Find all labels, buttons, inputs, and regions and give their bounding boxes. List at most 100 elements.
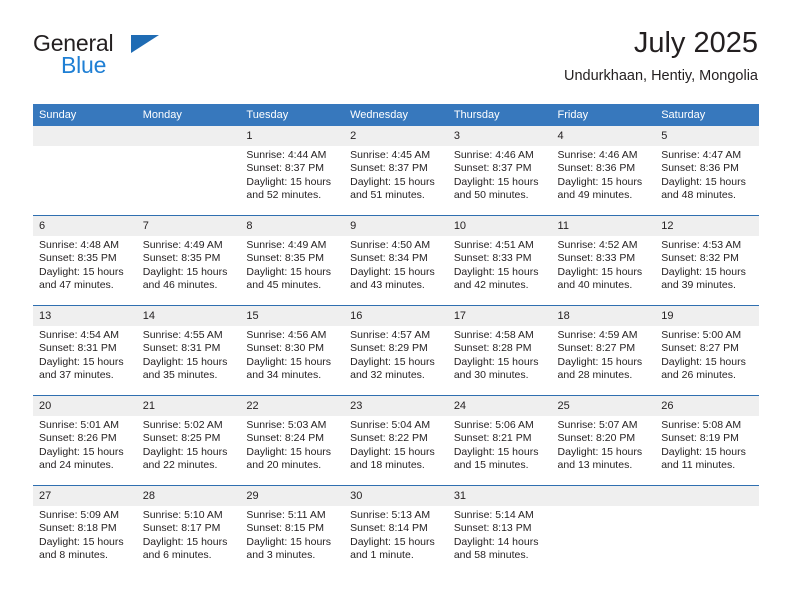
daylight-duration-line1: Daylight: 15 hours — [142, 445, 228, 458]
weekday-header-thursday: Thursday — [447, 104, 552, 126]
day-sun-info: Sunrise: 5:10 AM Sunset: 8:17 PM Daylight:… — [137, 506, 241, 563]
page-subtitle: Undurkhaan, Hentiy, Mongolia — [564, 67, 758, 84]
calendar-day-cell[interactable]: 18 Sunrise: 4:59 AM Sunset: 8:27 PM Dayligh… — [551, 305, 656, 396]
daylight-duration-line2: and 20 minutes. — [246, 459, 322, 472]
sunset-time: Sunset: 8:26 PM — [39, 432, 117, 445]
daylight-duration-line2: and 13 minutes. — [557, 459, 633, 472]
daylight-duration-line1: Daylight: 15 hours — [661, 175, 746, 188]
calendar-day-cell[interactable]: 16 Sunrise: 4:57 AM Sunset: 8:29 PM Dayligh… — [344, 305, 448, 396]
sunset-time: Sunset: 8:32 PM — [661, 252, 739, 265]
day-sun-info: Sunrise: 5:04 AM Sunset: 8:22 PM Daylight:… — [344, 416, 448, 473]
day-number: 25 — [551, 396, 656, 416]
day-cell-content: 23 Sunrise: 5:04 AM Sunset: 8:22 PM Dayligh… — [344, 396, 448, 485]
daylight-duration-line1: Daylight: 15 hours — [246, 265, 332, 278]
day-number: 15 — [240, 306, 345, 326]
day-cell-content: 3 Sunrise: 4:46 AM Sunset: 8:37 PM Daylight… — [447, 126, 552, 215]
calendar-day-cell[interactable]: 17 Sunrise: 4:58 AM Sunset: 8:28 PM Dayligh… — [447, 305, 552, 396]
day-cell-content: 12 Sunrise: 4:53 AM Sunset: 8:32 PM Dayligh… — [655, 216, 759, 305]
calendar-day-cell[interactable]: 27 Sunrise: 5:09 AM Sunset: 8:18 PM Dayligh… — [33, 485, 137, 575]
daylight-duration-line1: Daylight: 15 hours — [246, 535, 332, 548]
day-sun-info: Sunrise: 4:58 AM Sunset: 8:28 PM Daylight:… — [448, 326, 552, 383]
calendar-day-cell[interactable]: 8 Sunrise: 4:49 AM Sunset: 8:35 PM Daylight… — [240, 215, 345, 306]
daylight-duration-line2: and 43 minutes. — [350, 279, 425, 292]
daylight-duration-line1: Daylight: 15 hours — [39, 265, 124, 278]
calendar-day-cell[interactable]: 30 Sunrise: 5:13 AM Sunset: 8:14 PM Dayligh… — [344, 485, 448, 575]
daylight-duration-line2: and 26 minutes. — [661, 369, 736, 382]
calendar-day-cell[interactable]: 25 Sunrise: 5:07 AM Sunset: 8:20 PM Dayligh… — [551, 395, 656, 486]
day-number — [551, 486, 656, 506]
sunrise-time: Sunrise: 4:46 AM — [453, 149, 534, 161]
day-cell-content: 30 Sunrise: 5:13 AM Sunset: 8:14 PM Dayligh… — [344, 486, 448, 575]
day-sun-info: Sunrise: 5:11 AM Sunset: 8:15 PM Daylight:… — [240, 506, 344, 563]
daylight-duration-line1: Daylight: 15 hours — [557, 265, 643, 278]
daylight-duration-line2: and 51 minutes. — [350, 189, 425, 202]
day-cell-content: 31 Sunrise: 5:14 AM Sunset: 8:13 PM Dayligh… — [447, 486, 552, 575]
day-cell-content: 25 Sunrise: 5:07 AM Sunset: 8:20 PM Dayligh… — [551, 396, 656, 485]
day-cell-content — [33, 126, 137, 215]
calendar-day-cell[interactable]: 29 Sunrise: 5:11 AM Sunset: 8:15 PM Dayligh… — [240, 485, 345, 575]
daylight-duration-line2: and 22 minutes. — [142, 459, 218, 472]
day-sun-info: Sunrise: 5:00 AM Sunset: 8:27 PM Daylight:… — [655, 326, 759, 383]
calendar-day-cell[interactable]: 14 Sunrise: 4:55 AM Sunset: 8:31 PM Dayligh… — [136, 305, 241, 396]
day-sun-info: Sunrise: 4:55 AM Sunset: 8:31 PM Daylight:… — [137, 326, 241, 383]
calendar-day-cell[interactable]: 2 Sunrise: 4:45 AM Sunset: 8:37 PM Daylight… — [344, 126, 448, 216]
calendar-day-cell[interactable]: 1 Sunrise: 4:44 AM Sunset: 8:37 PM Daylight… — [240, 126, 345, 216]
calendar-day-cell[interactable]: 13 Sunrise: 4:54 AM Sunset: 8:31 PM Dayligh… — [33, 305, 137, 396]
calendar-day-cell[interactable]: 31 Sunrise: 5:14 AM Sunset: 8:13 PM Dayligh… — [447, 485, 552, 575]
day-sun-info: Sunrise: 4:52 AM Sunset: 8:33 PM Daylight:… — [552, 236, 656, 293]
day-sun-info: Sunrise: 5:07 AM Sunset: 8:20 PM Daylight:… — [552, 416, 656, 473]
sunrise-time: Sunrise: 4:57 AM — [350, 329, 431, 341]
sunset-time: Sunset: 8:35 PM — [39, 252, 117, 265]
sunrise-time: Sunrise: 4:53 AM — [661, 239, 742, 251]
day-number: 1 — [240, 126, 345, 146]
sunset-time: Sunset: 8:27 PM — [557, 342, 636, 355]
calendar-day-cell[interactable]: 3 Sunrise: 4:46 AM Sunset: 8:37 PM Daylight… — [447, 126, 552, 216]
sunset-time: Sunset: 8:35 PM — [142, 252, 221, 265]
day-cell-content: 5 Sunrise: 4:47 AM Sunset: 8:36 PM Daylight… — [655, 126, 759, 215]
daylight-duration-line1: Daylight: 15 hours — [142, 535, 228, 548]
calendar-day-cell[interactable]: 26 Sunrise: 5:08 AM Sunset: 8:19 PM Dayligh… — [655, 395, 759, 486]
sunrise-time: Sunrise: 4:51 AM — [453, 239, 534, 251]
daylight-duration-line2: and 37 minutes. — [39, 369, 114, 382]
sunset-time: Sunset: 8:30 PM — [246, 342, 325, 355]
calendar-day-cell[interactable] — [33, 126, 137, 216]
calendar-day-cell[interactable]: 7 Sunrise: 4:49 AM Sunset: 8:35 PM Daylight… — [136, 215, 241, 306]
logo-triangle-icon — [131, 35, 159, 53]
calendar-day-cell[interactable]: 6 Sunrise: 4:48 AM Sunset: 8:35 PM Daylight… — [33, 215, 137, 306]
day-number: 5 — [655, 126, 759, 146]
calendar-day-cell[interactable] — [136, 126, 241, 216]
calendar-day-cell[interactable]: 11 Sunrise: 4:52 AM Sunset: 8:33 PM Dayligh… — [551, 215, 656, 306]
sunset-time: Sunset: 8:35 PM — [246, 252, 325, 265]
day-sun-info: Sunrise: 4:49 AM Sunset: 8:35 PM Daylight:… — [240, 236, 344, 293]
calendar-day-cell[interactable]: 5 Sunrise: 4:47 AM Sunset: 8:36 PM Daylight… — [655, 126, 759, 216]
day-number: 20 — [33, 396, 137, 416]
calendar-day-cell[interactable]: 4 Sunrise: 4:46 AM Sunset: 8:36 PM Daylight… — [551, 126, 656, 216]
page-title: July 2025 — [633, 27, 758, 59]
daylight-duration-line1: Daylight: 15 hours — [350, 265, 435, 278]
calendar-week-row: 20 Sunrise: 5:01 AM Sunset: 8:26 PM Dayligh… — [33, 395, 759, 486]
day-number — [136, 126, 241, 146]
calendar-day-cell[interactable]: 23 Sunrise: 5:04 AM Sunset: 8:22 PM Dayligh… — [344, 395, 448, 486]
calendar-day-cell[interactable]: 24 Sunrise: 5:06 AM Sunset: 8:21 PM Dayligh… — [447, 395, 552, 486]
calendar-day-cell[interactable]: 9 Sunrise: 4:50 AM Sunset: 8:34 PM Daylight… — [344, 215, 448, 306]
daylight-duration-line1: Daylight: 15 hours — [453, 265, 539, 278]
calendar-day-cell[interactable]: 28 Sunrise: 5:10 AM Sunset: 8:17 PM Dayligh… — [136, 485, 241, 575]
calendar-day-cell[interactable]: 21 Sunrise: 5:02 AM Sunset: 8:25 PM Dayligh… — [136, 395, 241, 486]
day-number: 3 — [447, 126, 552, 146]
calendar-day-cell[interactable]: 10 Sunrise: 4:51 AM Sunset: 8:33 PM Dayligh… — [447, 215, 552, 306]
daylight-duration-line2: and 40 minutes. — [557, 279, 633, 292]
title-block: July 2025 Undurkhaan, Hentiy, Mongolia — [564, 27, 758, 85]
calendar-day-cell[interactable]: 20 Sunrise: 5:01 AM Sunset: 8:26 PM Dayligh… — [33, 395, 137, 486]
calendar-day-cell[interactable]: 12 Sunrise: 4:53 AM Sunset: 8:32 PM Dayligh… — [655, 215, 759, 306]
calendar-day-cell[interactable]: 22 Sunrise: 5:03 AM Sunset: 8:24 PM Dayligh… — [240, 395, 345, 486]
calendar-day-cell[interactable]: 19 Sunrise: 5:00 AM Sunset: 8:27 PM Dayligh… — [655, 305, 759, 396]
day-cell-content: 18 Sunrise: 4:59 AM Sunset: 8:27 PM Dayligh… — [551, 306, 656, 395]
day-number: 31 — [447, 486, 552, 506]
calendar-day-cell[interactable] — [655, 485, 759, 575]
daylight-duration-line2: and 18 minutes. — [350, 459, 425, 472]
calendar-header-row: Sunday Monday Tuesday Wednesday Thursday… — [33, 104, 759, 126]
sunrise-time: Sunrise: 5:03 AM — [246, 419, 327, 431]
calendar-day-cell[interactable] — [551, 485, 656, 575]
sunrise-time: Sunrise: 4:59 AM — [557, 329, 638, 341]
calendar-day-cell[interactable]: 15 Sunrise: 4:56 AM Sunset: 8:30 PM Dayligh… — [240, 305, 345, 396]
